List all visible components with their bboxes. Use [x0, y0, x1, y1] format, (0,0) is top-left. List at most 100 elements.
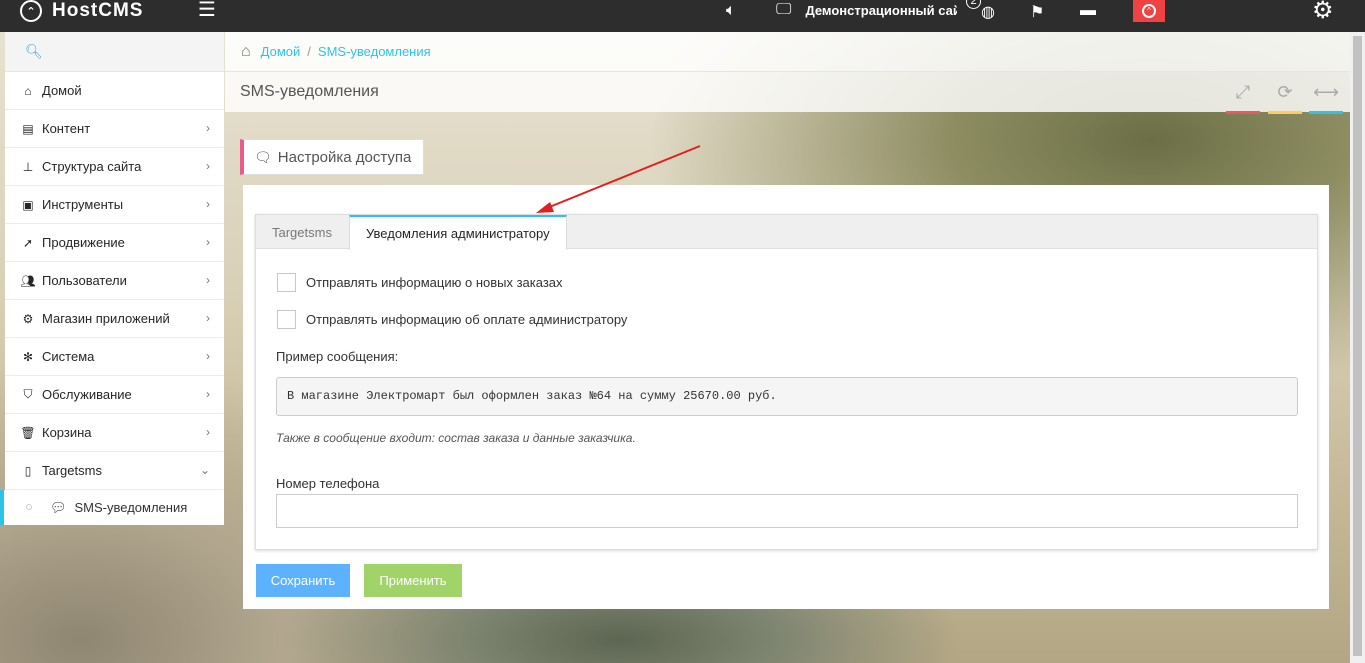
- expand-horizontal-icon: ⟷: [1313, 82, 1339, 102]
- chevron-right-icon: ›: [206, 349, 210, 363]
- new-orders-checkbox[interactable]: [277, 273, 296, 292]
- trash-icon: 🗑︎: [20, 425, 36, 440]
- users-icon: 👥︎: [20, 273, 36, 288]
- comment-icon: 🗨︎: [254, 148, 272, 165]
- tab-admin-notifications[interactable]: Уведомления администратору: [349, 215, 567, 250]
- chevron-right-icon: ›: [206, 311, 210, 325]
- sidebar-item-tools[interactable]: ▣ Инструменты ›: [5, 186, 224, 224]
- sidebar-item-structure[interactable]: ⊥ Структура сайта ›: [5, 148, 224, 186]
- chat-icon[interactable]: ▬: [1080, 2, 1096, 20]
- checkbox-row-new-orders: Отправлять информацию о новых заказах: [277, 273, 563, 292]
- example-hint: Также в сообщение входит: состав заказа …: [276, 431, 636, 445]
- sidebar-item-targetsms[interactable]: ▯ Targetsms ⌄: [5, 452, 224, 490]
- sitemap-icon: ⊥: [22, 159, 34, 174]
- logo[interactable]: ⌃ HostCMS: [20, 0, 143, 22]
- briefcase-icon: ▣: [22, 197, 34, 212]
- annotation-arrow-head: [536, 202, 554, 213]
- access-settings-button[interactable]: 🗨︎ Настройка доступа: [240, 139, 425, 175]
- sidebar-item-label: Система: [42, 349, 95, 364]
- site-name: Демонстрационный сайт: [805, 2, 958, 18]
- sidebar-subitem-sms-notifications[interactable]: 💬︎ SMS-уведомления: [0, 490, 224, 525]
- newspaper-icon: ▤: [22, 121, 34, 136]
- page-title: SMS-уведомления: [240, 83, 379, 100]
- chevron-down-icon: ⌄: [199, 463, 210, 477]
- tabs-container: Targetsms Уведомления администратору Отп…: [255, 214, 1318, 550]
- sidebar-item-label: Магазин приложений: [42, 311, 170, 326]
- phone-input[interactable]: [276, 494, 1298, 528]
- logo-text: HostCMS: [52, 0, 144, 21]
- fullscreen-button-underline: [1226, 111, 1260, 114]
- flag-icon[interactable]: ⚑: [1030, 2, 1044, 22]
- breadcrumb: ⌂ Домой / SMS-уведомления: [225, 32, 1350, 72]
- phone-label: Номер телефона: [276, 476, 380, 491]
- search-icon: 🔍︎: [25, 43, 43, 59]
- expand-button-underline: [1309, 111, 1343, 114]
- annotation-arrow-line: [541, 145, 701, 211]
- site-selector[interactable]: 🖵︎ Демонстрационный сайт: [776, 0, 957, 20]
- page-header: SMS-уведомления ⤢ ⟳ ⟷: [225, 72, 1350, 114]
- tab-targetsms[interactable]: Targetsms: [256, 215, 348, 249]
- refresh-icon: ⟳: [1277, 82, 1293, 102]
- example-message-box: В магазине Электромарт был оформлен зака…: [276, 377, 1298, 416]
- hamburger-icon[interactable]: ☰: [198, 0, 216, 20]
- main-panel: Targetsms Уведомления администратору Отп…: [243, 185, 1329, 609]
- comment-icon: 💬︎: [50, 499, 67, 515]
- chevron-right-icon: ›: [206, 159, 210, 173]
- sidebar-item-label: Пользователи: [42, 273, 127, 288]
- sidebar-item-trash[interactable]: 🗑︎ Корзина ›: [5, 414, 224, 452]
- tree-dot: [26, 504, 32, 510]
- alert-button[interactable]: ^: [1133, 0, 1165, 22]
- sidebar-item-home[interactable]: ⌂ Домой: [5, 72, 224, 110]
- refresh-button[interactable]: ⟳: [1268, 72, 1302, 114]
- sidebar-item-label: Контент: [42, 121, 91, 136]
- alert-circle-icon: ^: [1142, 4, 1156, 18]
- home-icon: ⌂: [24, 83, 32, 98]
- access-settings-label: Настройка доступа: [277, 148, 412, 166]
- example-label: Пример сообщения:: [276, 349, 399, 364]
- chevron-right-icon: ›: [206, 235, 210, 249]
- sidebar-item-promotion[interactable]: ➚ Продвижение ›: [5, 224, 224, 262]
- breadcrumb-separator: /: [307, 44, 311, 59]
- fullscreen-button[interactable]: ⤢: [1226, 72, 1260, 114]
- chevron-right-icon: ›: [206, 273, 210, 287]
- sidebar-item-content[interactable]: ▤ Контент ›: [5, 110, 224, 148]
- save-button[interactable]: Сохранить: [256, 564, 350, 597]
- sidebar-item-system[interactable]: ✻ Система ›: [5, 338, 224, 376]
- payment-checkbox[interactable]: [277, 310, 296, 329]
- sidebar-item-label: Инструменты: [42, 197, 124, 212]
- refresh-button-underline: [1268, 111, 1302, 114]
- notification-count: 2: [966, 0, 981, 9]
- volume-icon[interactable]: 🔈︎: [726, 2, 736, 20]
- chevron-right-icon: ›: [206, 425, 210, 439]
- sidebar-item-app-store[interactable]: ⚙ Магазин приложений ›: [5, 300, 224, 338]
- sidebar-search[interactable]: 🔍︎: [5, 32, 224, 72]
- chevron-right-icon: ›: [206, 121, 210, 135]
- gear-icon: ✻: [22, 349, 34, 364]
- expand-horizontal-button[interactable]: ⟷: [1309, 72, 1343, 114]
- globe-icon[interactable]: ◍: [981, 2, 995, 22]
- sidebar-item-label: Продвижение: [42, 235, 125, 250]
- cogs-icon: ⚙: [22, 311, 34, 326]
- fullscreen-icon: ⤢: [1235, 82, 1251, 102]
- chevron-right-icon: ›: [206, 387, 210, 401]
- scrollbar-thumb[interactable]: [1353, 36, 1362, 656]
- chevron-right-icon: ›: [206, 197, 210, 211]
- page-scrollbar[interactable]: [1350, 32, 1365, 663]
- sidebar-item-label: Корзина: [42, 425, 92, 440]
- gear-icon[interactable]: ⚙: [1312, 0, 1334, 25]
- breadcrumb-home-link[interactable]: Домой: [261, 44, 301, 59]
- annotation-arrow: [536, 145, 701, 213]
- apply-button[interactable]: Применить: [364, 564, 462, 597]
- shield-icon: ⛉: [23, 387, 33, 401]
- tabs-row: Targetsms Уведомления администратору: [256, 215, 1317, 250]
- top-navbar: ⌃ HostCMS ☰ 🔈︎ 🖵︎ Демонстрационный сайт …: [0, 0, 1365, 32]
- home-icon: ⌂: [241, 42, 251, 60]
- sidebar-item-users[interactable]: 👥︎ Пользователи ›: [5, 262, 224, 300]
- mobile-icon: ▯: [24, 463, 32, 478]
- rocket-icon: ➚: [22, 235, 34, 250]
- sidebar-subitem-label: SMS-уведомления: [74, 500, 188, 515]
- breadcrumb-current-link[interactable]: SMS-уведомления: [318, 44, 431, 59]
- payment-checkbox-label[interactable]: Отправлять информацию об оплате админист…: [306, 312, 627, 327]
- new-orders-checkbox-label[interactable]: Отправлять информацию о новых заказах: [306, 275, 563, 290]
- sidebar-item-maintenance[interactable]: ⛉ Обслуживание ›: [5, 376, 224, 414]
